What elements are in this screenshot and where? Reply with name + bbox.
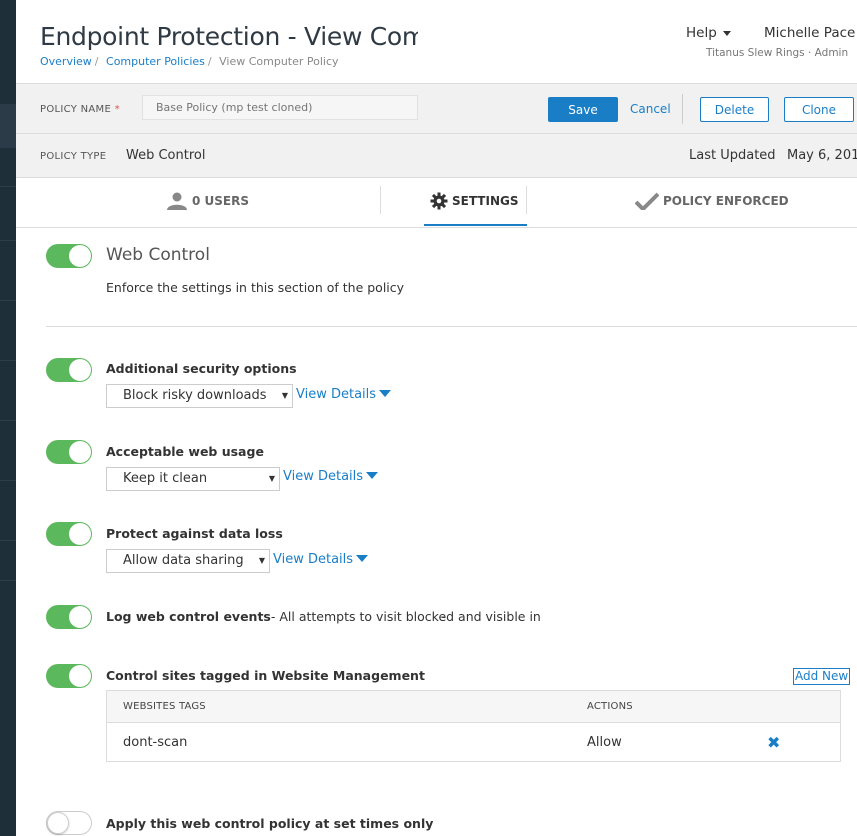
log-events-description: - All attempts to visit blocke̵d and vis… xyxy=(270,609,541,624)
dropdown-arrow-icon: ▼ xyxy=(268,474,275,483)
left-nav-sidebar xyxy=(0,0,16,836)
caret-down-icon xyxy=(366,471,379,479)
divider xyxy=(46,326,857,327)
acceptable-usage-label: Acceptable web usage xyxy=(106,444,264,459)
page-header: Endpoint Protection - View Computer Poli… xyxy=(16,0,857,84)
breadcrumb-overview[interactable]: Overview xyxy=(40,55,92,68)
breadcrumb-current: View Computer Policy xyxy=(219,55,339,68)
acceptable-usage-select[interactable]: Keep it clean ▼ xyxy=(106,467,280,491)
chevron-down-icon xyxy=(722,30,731,36)
user-icon xyxy=(167,192,187,210)
breadcrumb-computer-policies[interactable]: Computer Policies xyxy=(106,55,205,68)
log-events-label: Log web control events- All attempts to … xyxy=(106,609,541,624)
section-description: Enforce the settings in this section of … xyxy=(106,280,405,295)
sidebar-active-item[interactable] xyxy=(0,104,16,148)
cancel-button[interactable]: Cancel xyxy=(630,102,671,116)
schedule-toggle[interactable] xyxy=(46,811,92,835)
clone-button[interactable]: Clone xyxy=(784,97,854,122)
policy-name-input[interactable] xyxy=(142,95,418,120)
security-options-toggle[interactable] xyxy=(46,358,92,382)
checkmark-icon xyxy=(635,192,659,210)
policy-type-value: Web Control xyxy=(126,148,206,163)
dropdown-arrow-icon: ▼ xyxy=(281,391,288,400)
website-tags-label: Control sites tagged in Website Manageme… xyxy=(106,668,425,683)
policy-name-bar: POLICY NAME * Save Cancel Delete Clone xyxy=(16,84,857,134)
active-tab-indicator xyxy=(424,224,527,226)
column-header-tags: WEBSITES TAGS xyxy=(123,701,206,712)
help-menu[interactable]: Help xyxy=(686,25,731,41)
tab-users[interactable]: 0 USERS xyxy=(166,192,249,210)
column-header-actions: ACTIONS xyxy=(587,701,633,712)
policy-name-label: POLICY NAME * xyxy=(40,104,120,115)
website-tags-toggle[interactable] xyxy=(46,664,92,688)
breadcrumb: Overview / Computer Policies / View Comput… xyxy=(40,55,339,68)
required-marker: * xyxy=(114,104,120,115)
action-cell: Allow xyxy=(587,735,622,750)
tag-cell: dont-scan xyxy=(123,735,188,750)
security-options-label: Additional security options xyxy=(106,361,297,376)
divider xyxy=(682,94,683,124)
page-title: Endpoint Protection - View Computer Poli… xyxy=(40,22,418,51)
tab-policy-enforced[interactable]: POLICY ENFORCED xyxy=(635,192,789,210)
table-header: WEBSITES TAGS ACTIONS xyxy=(107,691,840,723)
section-title: Web Control xyxy=(106,245,210,265)
web-control-toggle[interactable] xyxy=(46,244,92,268)
acceptable-usage-toggle[interactable] xyxy=(46,440,92,464)
data-loss-view-details-link[interactable]: View Details xyxy=(273,552,369,567)
caret-down-icon xyxy=(356,554,369,562)
user-menu[interactable]: Michelle Pace xyxy=(764,25,855,41)
caret-down-icon xyxy=(379,389,392,397)
tab-divider xyxy=(526,186,527,214)
dropdown-arrow-icon: ▼ xyxy=(258,556,265,565)
save-button[interactable]: Save xyxy=(548,97,618,122)
close-icon[interactable]: ✖ xyxy=(767,735,780,751)
last-updated-label: Last Updated xyxy=(689,148,776,163)
help-label: Help xyxy=(686,25,717,41)
data-loss-label: Protect against data loss xyxy=(106,526,283,541)
policy-type-label: POLICY TYPE xyxy=(40,151,107,162)
data-loss-select[interactable]: Allow data sharing ▼ xyxy=(106,549,270,573)
schedule-label: Apply this web control policy at set tim… xyxy=(106,816,434,831)
log-events-toggle[interactable] xyxy=(46,605,92,629)
main-content: Endpoint Protection - View Computer Poli… xyxy=(16,0,857,836)
security-options-select[interactable]: Block risky downloads ▼ xyxy=(106,384,293,408)
website-tags-table: WEBSITES TAGS ACTIONS dont-scan Allow ✖ xyxy=(106,690,841,762)
org-label: Titanus Slew Rings · Admin xyxy=(706,47,849,59)
add-new-button[interactable]: Add New xyxy=(793,668,851,685)
gear-icon xyxy=(430,192,448,210)
tab-divider xyxy=(380,186,381,214)
data-loss-toggle[interactable] xyxy=(46,522,92,546)
tab-settings[interactable]: SETTINGS xyxy=(430,192,519,210)
last-updated-value: May 6, 2019 xyxy=(787,148,857,163)
usage-view-details-link[interactable]: View Details xyxy=(283,469,379,484)
security-view-details-link[interactable]: View Details xyxy=(296,387,392,402)
policy-type-bar: POLICY TYPE Web Control Last Updated May… xyxy=(16,134,857,178)
delete-button[interactable]: Delete xyxy=(700,97,769,122)
tab-bar: 0 USERS SETTINGS POLICY ENFORCED xyxy=(16,178,857,228)
